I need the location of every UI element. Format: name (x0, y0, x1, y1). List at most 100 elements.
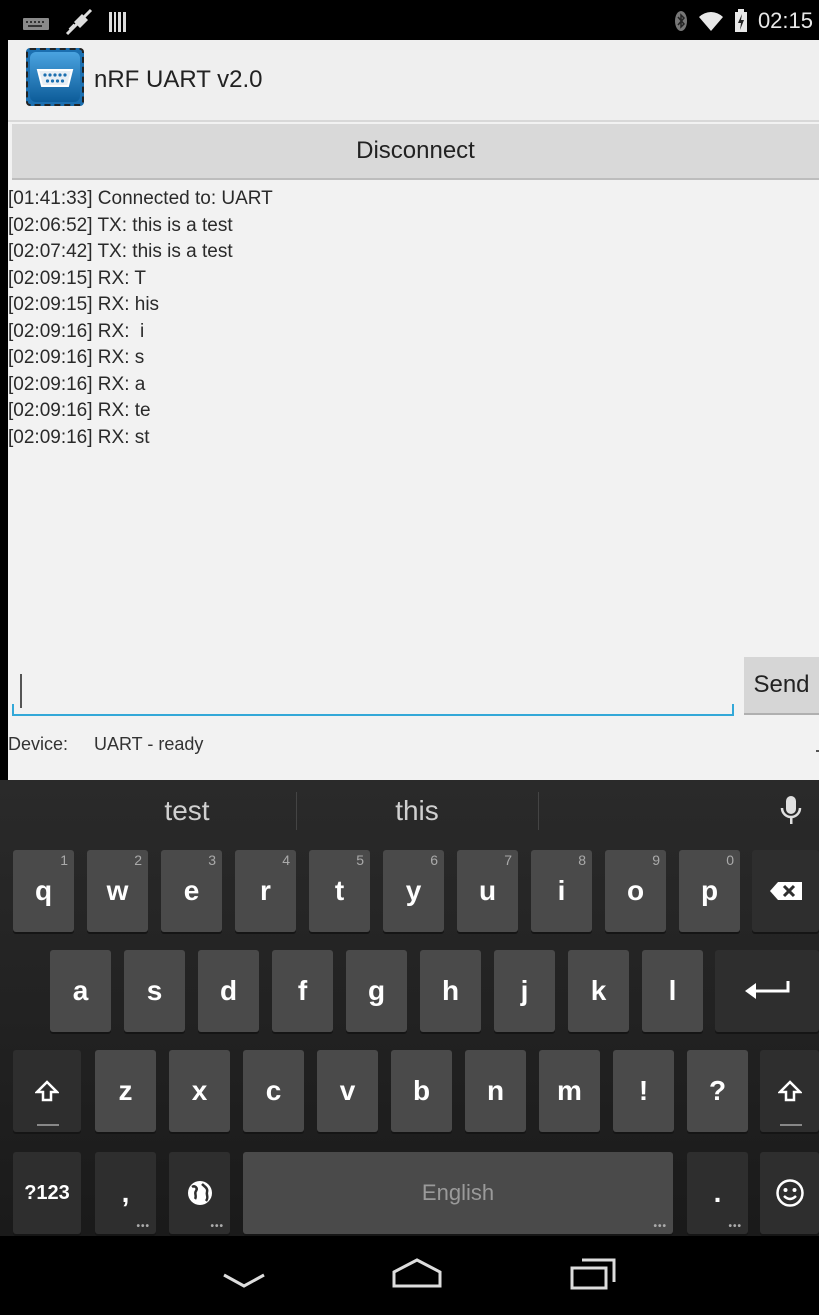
key-label: q (34, 875, 53, 906)
symbols-label: ?123 (24, 1181, 70, 1204)
key-d[interactable]: d (198, 950, 259, 1032)
home-icon[interactable] (390, 1256, 444, 1290)
key-label: w (106, 875, 129, 906)
smiley-icon (775, 1179, 804, 1207)
status-bar: 02:15 (0, 0, 819, 40)
key-hint: 1 (60, 852, 68, 868)
key-g[interactable]: g (346, 950, 407, 1032)
key-comma[interactable]: , ••• (95, 1152, 156, 1234)
key-m[interactable]: m (539, 1050, 600, 1132)
key-y[interactable]: y6 (383, 850, 444, 932)
serial-port-icon[interactable] (26, 48, 84, 106)
microphone-icon[interactable] (774, 794, 808, 828)
recent-apps-icon[interactable] (568, 1256, 618, 1292)
comma-label: , (121, 1177, 130, 1208)
log-line: [02:06:52] TX: this is a test (8, 214, 233, 236)
key-s[interactable]: s (124, 950, 185, 1032)
key-hint: 0 (726, 852, 734, 868)
back-icon[interactable] (222, 1272, 266, 1290)
send-button[interactable]: Send (744, 657, 819, 715)
enter-key[interactable] (715, 950, 819, 1032)
key-label: u (478, 875, 497, 906)
key-h[interactable]: h (420, 950, 481, 1032)
message-log: [01:41:33] Connected to: UART [02:06:52]… (8, 186, 273, 451)
suggestion-item[interactable]: test (80, 780, 294, 842)
key-label: y (405, 875, 422, 906)
shift-icon (777, 1080, 802, 1102)
more-keys-indicator: ••• (728, 1221, 742, 1232)
key-t[interactable]: t5 (309, 850, 370, 932)
emoji-key[interactable] (760, 1152, 819, 1234)
key-hint: 5 (356, 852, 364, 868)
key-period[interactable]: . ••• (687, 1152, 748, 1234)
key-label: i (557, 875, 566, 906)
main-content: Disconnect [01:41:33] Connected to: UART… (8, 122, 819, 780)
key-v[interactable]: v (317, 1050, 378, 1132)
suggestion-strip: test this (0, 780, 819, 842)
globe-icon (187, 1181, 212, 1205)
key-hint: 2 (134, 852, 142, 868)
key-j[interactable]: j (494, 950, 555, 1032)
key-e[interactable]: e3 (161, 850, 222, 932)
disconnect-button[interactable]: Disconnect (12, 124, 819, 180)
space-key[interactable]: English ••• (243, 1152, 673, 1234)
key-p[interactable]: p0 (679, 850, 740, 932)
key-hint: 8 (578, 852, 586, 868)
log-line: [02:09:16] RX: s (8, 347, 145, 368)
key-w[interactable]: w2 (87, 850, 148, 932)
key-label: p (700, 875, 719, 906)
key-u[interactable]: u7 (457, 850, 518, 932)
clock: 02:15 (757, 8, 813, 33)
backspace-icon (769, 882, 802, 900)
key-question[interactable]: ? (687, 1050, 748, 1132)
message-input[interactable] (12, 666, 734, 716)
bluetooth-icon (674, 11, 687, 31)
language-key[interactable]: ••• (169, 1152, 230, 1234)
key-q[interactable]: q1 (13, 850, 74, 932)
key-b[interactable]: b (391, 1050, 452, 1132)
more-keys-indicator: ••• (653, 1221, 667, 1232)
key-n[interactable]: n (465, 1050, 526, 1132)
battery-charging-icon (734, 9, 747, 32)
key-label: r (260, 875, 271, 906)
key-label: e (183, 875, 200, 906)
period-label: . (713, 1177, 722, 1208)
key-r[interactable]: r4 (235, 850, 296, 932)
log-line: [01:41:33] Connected to: UART (8, 188, 273, 209)
key-f[interactable]: f (272, 950, 333, 1032)
key-label: o (626, 875, 645, 906)
key-i[interactable]: i8 (531, 850, 592, 932)
log-line: [02:09:16] RX: i (8, 320, 145, 342)
app-title: nRF UART v2.0 (94, 66, 263, 93)
key-label: t (334, 875, 345, 906)
key-x[interactable]: x (169, 1050, 230, 1132)
log-line: [02:09:16] RX: te (8, 400, 151, 421)
log-line: [02:09:16] RX: a (8, 373, 146, 395)
shift-key-right[interactable] (760, 1050, 819, 1132)
log-line: [02:09:15] RX: his (8, 294, 160, 315)
key-a[interactable]: a (50, 950, 111, 1032)
key-o[interactable]: o9 (605, 850, 666, 932)
log-line: [02:09:15] RX: T (8, 267, 147, 289)
shift-key-left[interactable] (13, 1050, 81, 1132)
key-c[interactable]: c (243, 1050, 304, 1132)
navigation-bar (0, 1236, 819, 1315)
key-z[interactable]: z (95, 1050, 156, 1132)
device-label: Device: (8, 734, 69, 754)
space-label: English (421, 1180, 495, 1205)
key-l[interactable]: l (642, 950, 703, 1032)
key-k[interactable]: k (568, 950, 629, 1032)
more-keys-indicator: ••• (136, 1221, 150, 1232)
soft-keyboard: test this q1 w2 e3 r4 t5 y6 u7 i8 o9 p0 … (0, 780, 819, 1236)
device-status-row: Device: UART - ready (8, 734, 203, 755)
key-hint: 9 (652, 852, 660, 868)
symbols-key[interactable]: ?123 (13, 1152, 81, 1234)
app-logo-graphic (30, 52, 80, 102)
suggestion-item[interactable]: this (298, 780, 536, 842)
backspace-key[interactable] (752, 850, 819, 932)
key-hint: 3 (208, 852, 216, 868)
keyboard-icon (23, 18, 49, 30)
key-exclamation[interactable]: ! (613, 1050, 674, 1132)
log-line: [02:07:42] TX: this is a test (8, 241, 233, 262)
key-hint: 6 (430, 852, 438, 868)
